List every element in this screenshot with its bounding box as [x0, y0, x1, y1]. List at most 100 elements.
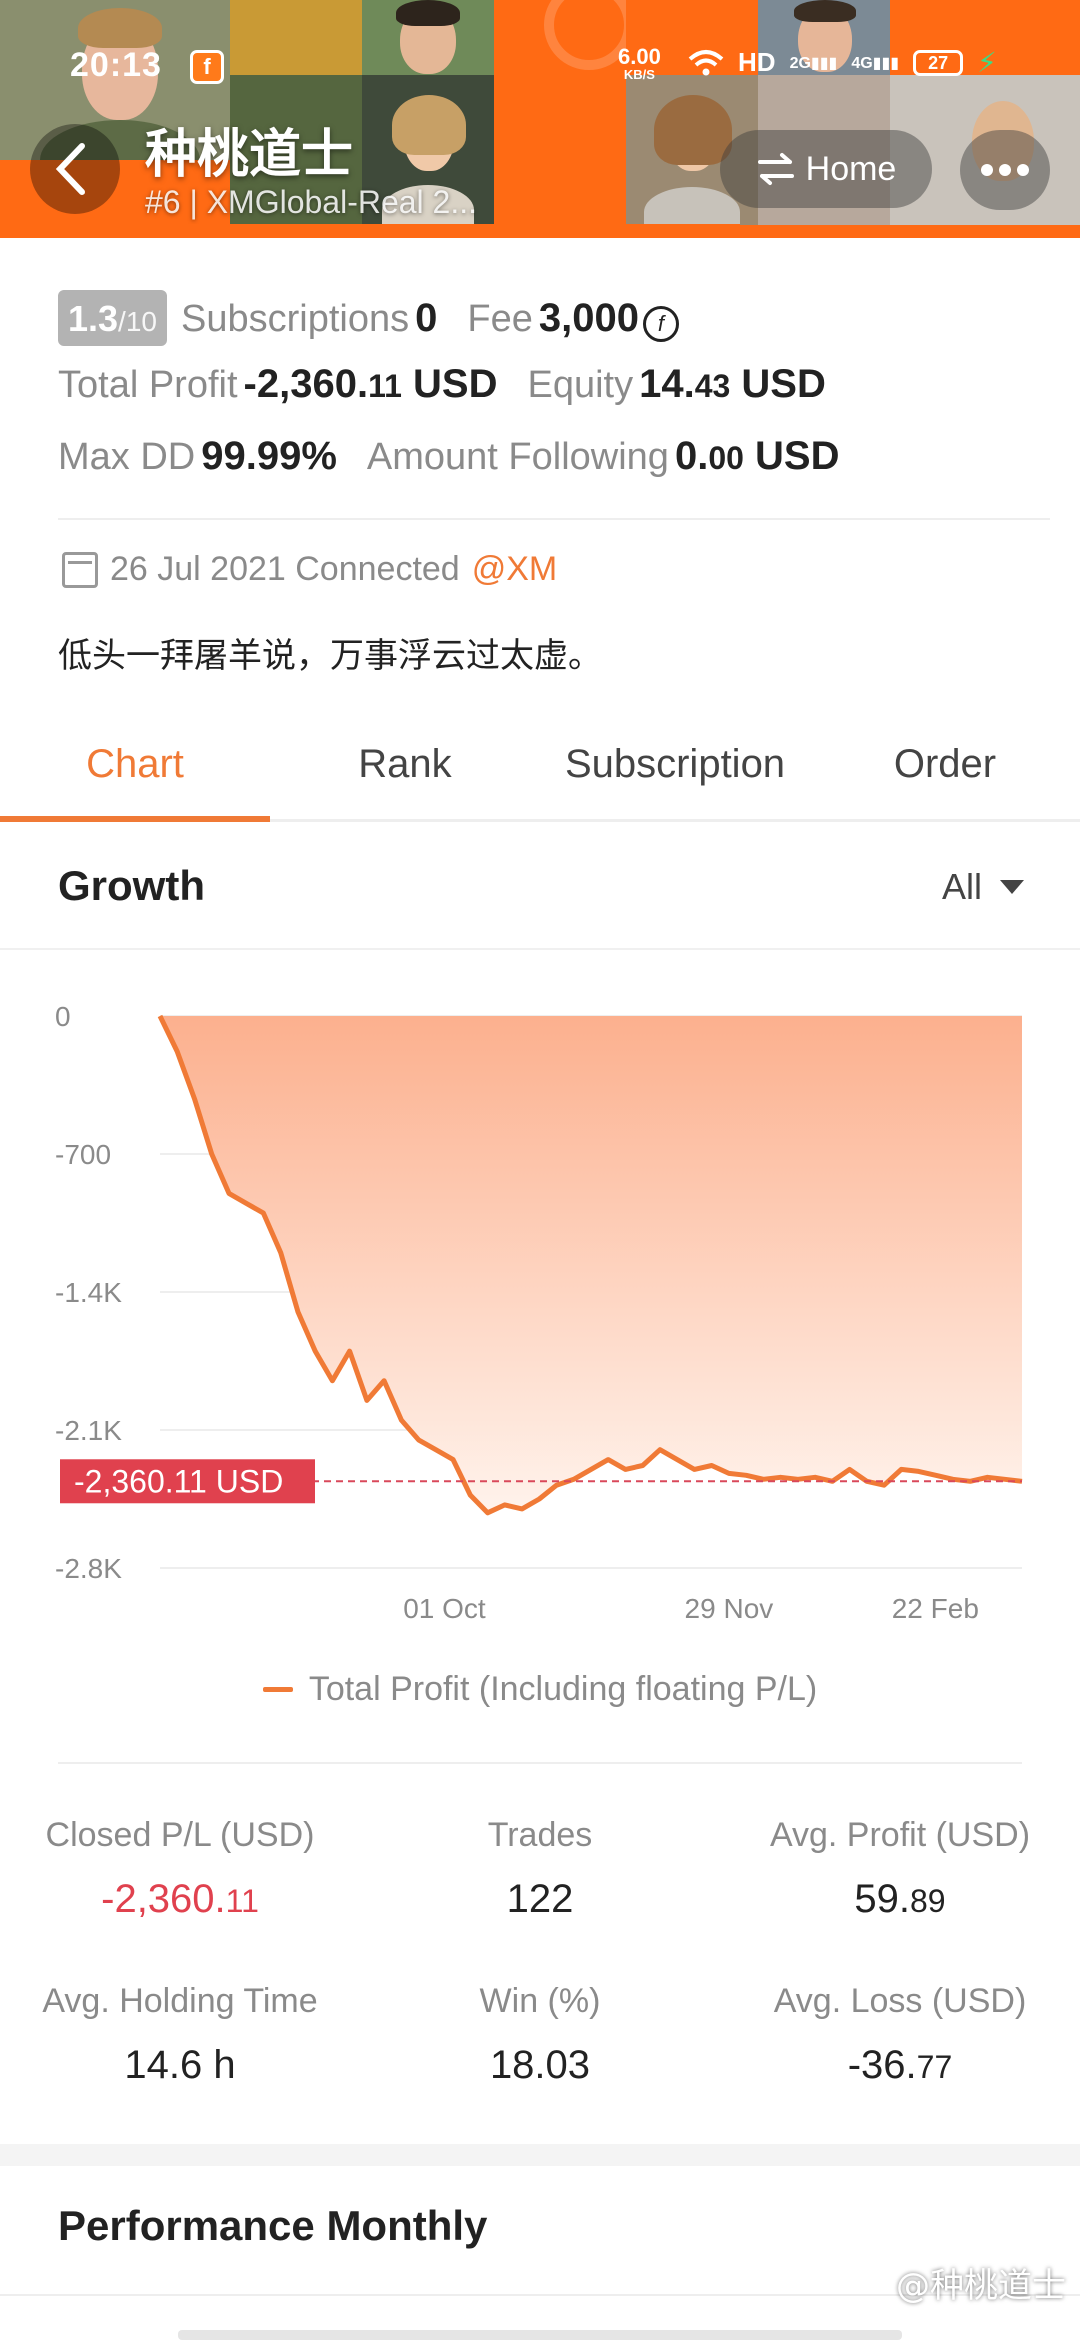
header-accent-line — [0, 224, 740, 238]
total-profit-label: Total Profit — [58, 364, 238, 406]
rating-row: 1.3/10 Subscriptions 0 Fee 3,000 f — [58, 290, 679, 346]
connected-text: 26 Jul 2021 Connected — [110, 550, 460, 588]
rating-value: 1.3 — [68, 298, 119, 339]
y-tick-label: -2.8K — [55, 1553, 122, 1584]
stat-value: -36.77 — [720, 2043, 1080, 2088]
tab-chart[interactable]: Chart — [0, 712, 270, 822]
equity-value: 14.43 USD — [639, 362, 826, 407]
stat-value-main: -36. — [847, 2043, 917, 2087]
trader-account: #6 | XMGlobal-Real 2... — [145, 184, 478, 220]
stat-trades: Trades 122 — [360, 1816, 720, 1922]
growth-title: Growth — [58, 862, 205, 909]
max-dd-value: 99.99% — [201, 434, 337, 478]
trader-name: 种桃道士 — [145, 125, 354, 185]
growth-header: Growth All — [0, 822, 1080, 950]
legend-label: Total Profit (Including floating P/L) — [308, 1670, 818, 1708]
back-button[interactable] — [30, 124, 120, 214]
tab-order[interactable]: Order — [810, 712, 1080, 819]
stat-value: 59.89 — [720, 1877, 1080, 1922]
home-button-label: Home — [805, 149, 897, 188]
amount-following-value: 0.00 USD — [675, 434, 840, 479]
stat-avg-loss: Avg. Loss (USD) -36.77 — [720, 1982, 1080, 2088]
4g-signal-label: 4G — [851, 54, 873, 72]
stat-label: Avg. Holding Time — [42, 1982, 318, 2020]
stat-value: 18.03 — [489, 2043, 591, 2087]
header-photo-9 — [494, 75, 626, 225]
drawdown-row: Max DD 99.99% Amount Following 0.00 USD — [58, 434, 839, 479]
amount-following-label: Amount Following — [366, 436, 669, 478]
section-gap — [0, 2144, 1080, 2166]
x-tick-label: 29 Nov — [685, 1593, 774, 1624]
total-profit-main: -2,360. — [243, 362, 369, 406]
legend-swatch — [262, 1687, 293, 1692]
watermark: @种桃道士 — [896, 2266, 1066, 2306]
tab-subscription[interactable]: Subscription — [540, 712, 810, 819]
stat-avg-holding-time: Avg. Holding Time 14.6 h — [0, 1982, 360, 2088]
profit-row: Total Profit -2,360.11 USD Equity 14.43 … — [58, 362, 826, 407]
y-tick-label: -2.1K — [55, 1415, 122, 1446]
stat-value: 14.6 h — [124, 2043, 236, 2087]
stats-grid: Closed P/L (USD) -2,360.11 Trades 122 Av… — [0, 1764, 1080, 2144]
stat-label: Avg. Profit (USD) — [769, 1816, 1031, 1854]
max-dd-label: Max DD — [58, 436, 196, 478]
growth-chart-svg: -2,360.11 USD 0 -700 -1.4K -2.1K -2.8K 01 Oc… — [55, 1001, 1023, 1624]
tab-bar: Chart Rank Subscription Order — [0, 712, 1080, 822]
battery-icon: 27 — [913, 49, 964, 76]
stat-label: Win (%) — [479, 1982, 601, 2020]
y-tick-label: -1.4K — [55, 1277, 122, 1308]
total-profit-value: -2,360.11 USD — [244, 362, 498, 407]
2g-signal-label: 2G — [789, 54, 811, 72]
stat-value-main: -2,360. — [101, 1877, 226, 1921]
fee-label: Fee — [467, 298, 533, 340]
rating-scale: /10 — [118, 306, 157, 337]
hd-icon: HD — [738, 47, 776, 77]
stat-label: Trades — [487, 1816, 593, 1854]
period-value: All — [941, 866, 982, 907]
equity-main: 14. — [639, 362, 695, 406]
performance-monthly-title: Performance Monthly — [58, 2202, 488, 2249]
stat-closed-pl: Closed P/L (USD) -2,360.11 — [0, 1816, 360, 1922]
switch-icon — [757, 153, 794, 185]
stat-win-rate: Win (%) 18.03 — [360, 1982, 720, 2088]
x-tick-label: 01 Oct — [403, 1593, 486, 1624]
equity-label: Equity — [527, 364, 634, 406]
stat-value: -2,360.11 — [0, 1877, 360, 1922]
chevron-left-icon — [55, 143, 85, 195]
broker-tag[interactable]: @XM — [472, 550, 558, 589]
equity-decimals: 43 — [694, 368, 731, 404]
trader-motto: 低头一拜屠羊说，万事浮云过太虚。 — [58, 636, 602, 676]
home-button[interactable]: Home — [720, 130, 932, 208]
y-tick-label: 0 — [55, 1001, 71, 1032]
fee-value: 3,000 — [538, 296, 639, 340]
stat-value-main: 59. — [854, 1877, 910, 1921]
network-speed-unit: KB/S — [623, 67, 655, 82]
header-photo-4 — [494, 0, 626, 75]
coin-icon: f — [642, 306, 679, 342]
more-button[interactable] — [960, 130, 1050, 210]
network-speed: 6.00 KB/S — [618, 44, 661, 82]
stat-value-decimals: 77 — [916, 2049, 953, 2085]
more-dots-icon — [981, 164, 1029, 176]
4g-signal-icon: 4G▮▮▮ — [851, 54, 900, 72]
dropdown-arrow-icon — [1000, 880, 1024, 894]
rating-badge: 1.3/10 — [58, 290, 167, 346]
status-time: 20:13 — [70, 46, 162, 84]
tab-rank[interactable]: Rank — [270, 712, 540, 819]
stat-value: 122 — [506, 1877, 574, 1921]
x-tick-label: 22 Feb — [892, 1593, 979, 1624]
chart-legend: Total Profit (Including floating P/L) — [0, 1670, 1080, 1709]
wifi-icon — [688, 49, 724, 75]
trader-info: 1.3/10 Subscriptions 0 Fee 3,000 f Total… — [0, 238, 1080, 708]
connected-date: 26 Jul 2021 Connected @XM — [62, 550, 557, 589]
stat-value-decimals: 89 — [910, 1883, 946, 1919]
total-profit-decimals: 11 — [368, 368, 402, 404]
equity-unit: USD — [741, 362, 826, 406]
app-notification-icon: f — [190, 50, 224, 84]
total-profit-unit: USD — [413, 362, 498, 406]
network-speed-value: 6.00 — [618, 44, 661, 69]
calendar-icon — [62, 551, 98, 588]
stat-label: Avg. Loss (USD) — [773, 1982, 1027, 2020]
subscriptions-label: Subscriptions — [180, 298, 410, 340]
period-selector[interactable]: All — [942, 866, 1024, 908]
subscriptions-value: 0 — [415, 296, 438, 340]
